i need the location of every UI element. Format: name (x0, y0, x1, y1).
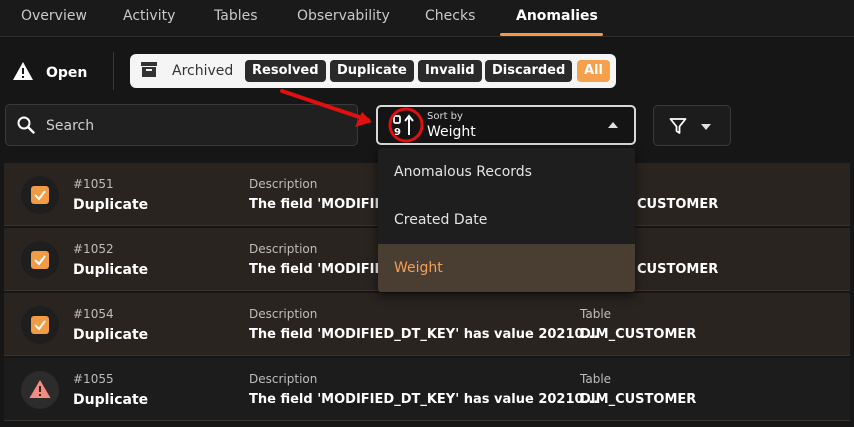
tab-overview[interactable]: Overview (21, 0, 87, 36)
open-filter-button[interactable]: Open (12, 60, 87, 86)
anomaly-type: Duplicate (73, 327, 149, 343)
active-tab-indicator (500, 33, 603, 36)
svg-text:9: 9 (394, 127, 401, 138)
table-row[interactable]: #1054 Duplicate Description The field 'M… (4, 293, 850, 356)
anomaly-type: Duplicate (73, 262, 149, 278)
description-label: Description (249, 307, 318, 321)
sort-options-menu: Anomalous Records Created Date Weight (378, 148, 635, 292)
row-checkbox[interactable] (31, 186, 49, 204)
sort-option-anomalous-records[interactable]: Anomalous Records (378, 148, 635, 196)
warning-icon (12, 61, 34, 85)
sort-option-created-date[interactable]: Created Date (378, 196, 635, 244)
divider (113, 52, 114, 90)
filter-button[interactable] (653, 105, 731, 146)
description-value: The field 'MODIFIED_DT_KEY' has value 20… (249, 327, 599, 342)
table-label: Table (580, 307, 612, 321)
archived-filter-button[interactable]: Archived (140, 59, 233, 83)
sort-option-weight[interactable]: Weight (378, 244, 635, 292)
row-status (21, 306, 59, 344)
status-filter-group: Archived Resolved Duplicate Invalid Disc… (130, 54, 616, 88)
table-value: CUSTOMER (637, 262, 719, 277)
chevron-down-icon (701, 124, 711, 130)
open-label: Open (46, 65, 88, 81)
description-label: Description (249, 177, 318, 191)
row-status (21, 176, 59, 214)
table-label: Table (580, 372, 612, 386)
top-tab-bar: Overview Activity Tables Observability C… (0, 0, 854, 37)
description-value: The field 'MODIFIED_DT_KEY' has value 20… (249, 392, 599, 407)
table-row[interactable]: #1055 Duplicate Description The field 'M… (4, 358, 850, 421)
filter-icon (669, 117, 687, 139)
anomaly-id: #1055 (73, 372, 114, 386)
tab-checks[interactable]: Checks (425, 0, 475, 36)
tab-anomalies[interactable]: Anomalies (516, 0, 598, 36)
tab-tables[interactable]: Tables (214, 0, 258, 36)
sort-by-value: Weight (427, 124, 476, 140)
archive-box-icon (140, 60, 158, 82)
tab-observability[interactable]: Observability (297, 0, 390, 36)
archived-label: Archived (172, 63, 234, 79)
table-value: DIM_CUSTOMER (580, 392, 697, 407)
table-value: CUSTOMER (637, 197, 719, 212)
anomaly-id: #1054 (73, 307, 114, 321)
row-status (21, 371, 59, 409)
anomaly-id: #1051 (73, 177, 114, 191)
row-checkbox[interactable] (31, 251, 49, 269)
chevron-up-icon (608, 122, 618, 128)
description-label: Description (249, 242, 318, 256)
tab-activity[interactable]: Activity (123, 0, 175, 36)
sort-by-label: Sort by (427, 111, 463, 122)
chip-resolved[interactable]: Resolved (245, 60, 326, 82)
search-input[interactable] (44, 114, 348, 138)
chip-discarded[interactable]: Discarded (485, 60, 573, 82)
row-status (21, 241, 59, 279)
search-icon (17, 116, 35, 138)
chip-duplicate[interactable]: Duplicate (330, 60, 414, 82)
search-box (5, 104, 358, 146)
row-checkbox[interactable] (31, 316, 49, 334)
anomaly-id: #1052 (73, 242, 114, 256)
warning-icon (28, 378, 52, 404)
table-value: DIM_CUSTOMER (580, 327, 697, 342)
anomaly-type: Duplicate (73, 392, 149, 408)
anomaly-type: Duplicate (73, 197, 149, 213)
description-label: Description (249, 372, 318, 386)
sort-icon: 9 (392, 113, 416, 143)
chip-invalid[interactable]: Invalid (418, 60, 482, 82)
sort-by-select[interactable]: 9 Sort by Weight (376, 105, 636, 145)
chip-all[interactable]: All (577, 60, 610, 82)
